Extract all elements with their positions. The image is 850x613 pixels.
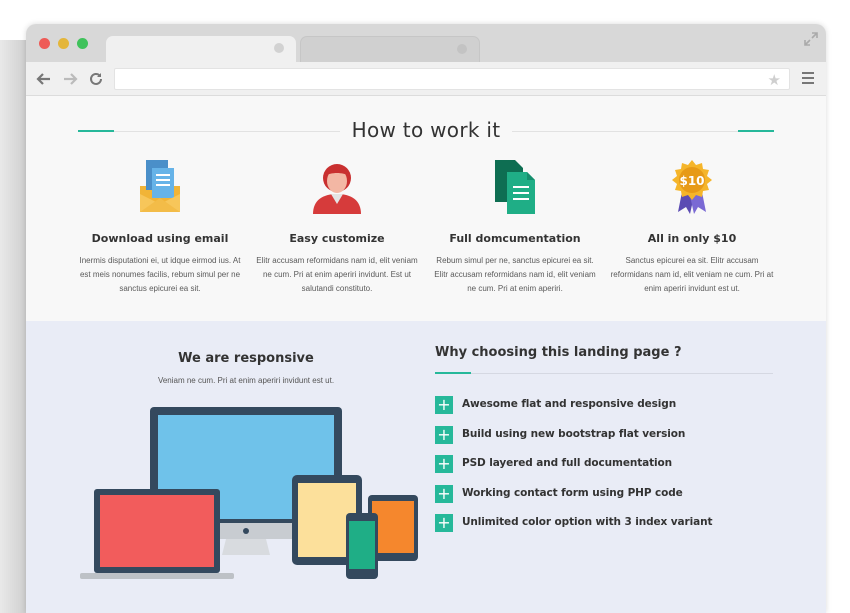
list-item-text: Awesome flat and responsive design (462, 398, 677, 410)
feature-title: Easy customize (289, 232, 385, 245)
feature-card: Full domcumentation Rebum simul per ne, … (431, 158, 599, 296)
section-heading: How to work it (78, 118, 774, 144)
price-badge-icon: $10 (672, 160, 712, 214)
responsive-devices-illustration (80, 407, 418, 579)
benefits-list: + Awesome flat and responsive design + B… (435, 396, 773, 544)
list-item-text: Build using new bootstrap flat version (462, 427, 686, 440)
maximize-window-button[interactable] (77, 38, 88, 49)
tab-close-icon[interactable] (274, 43, 284, 53)
documents-icon (495, 160, 535, 214)
back-arrow-icon[interactable] (34, 69, 54, 89)
price-badge-text: $10 (679, 174, 704, 188)
list-item: + Awesome flat and responsive design (435, 396, 773, 426)
browser-titlebar (26, 24, 826, 62)
plus-icon: + (435, 484, 453, 503)
minimize-window-button[interactable] (58, 38, 69, 49)
bookmark-star-icon[interactable]: ★ (768, 71, 781, 89)
feature-title: Full domcumentation (449, 232, 581, 245)
why-title: Why choosing this landing page ? (435, 345, 682, 360)
reload-icon[interactable] (86, 69, 106, 89)
user-icon (313, 164, 361, 214)
plus-icon: + (435, 455, 453, 473)
email-icon (140, 160, 180, 212)
feature-text: Sanctus epicurei ea sit. Elitr accusam r… (610, 256, 774, 293)
feature-title: All in only $10 (647, 232, 737, 245)
feature-text: Rebum simul per ne, sanctus epicurei ea … (434, 256, 596, 293)
responsive-title: We are responsive (178, 351, 314, 366)
how-to-section: How to work it Download using email Iner… (26, 96, 826, 321)
plus-icon: + (435, 514, 453, 532)
feature-title: Download using email (91, 232, 229, 245)
features-section: We are responsive Veniam ne cum. Pri at … (26, 321, 826, 613)
list-item-text: Unlimited color option with 3 index vari… (462, 516, 713, 528)
list-item-text: Working contact form using PHP code (462, 486, 683, 499)
browser-tab-active[interactable] (106, 36, 296, 62)
forward-arrow-icon[interactable] (60, 69, 80, 89)
browser-toolbar: ★ (26, 62, 826, 96)
backdrop-shadow (0, 40, 26, 613)
close-window-button[interactable] (39, 38, 50, 49)
why-accent (435, 372, 471, 374)
tab-close-icon[interactable] (457, 44, 467, 54)
feature-text: Elitr accusam reformidans nam id, elit v… (256, 256, 418, 293)
how-to-title: How to work it (339, 118, 513, 142)
list-item-text: PSD layered and full documentation (462, 457, 673, 469)
browser-menu-icon[interactable] (802, 72, 814, 84)
list-item: + Working contact form using PHP code (435, 484, 773, 515)
feature-card: Easy customize Elitr accusam reformidans… (253, 158, 421, 296)
list-item: + PSD layered and full documentation (435, 455, 773, 485)
plus-icon: + (435, 425, 453, 444)
list-item: + Build using new bootstrap flat version (435, 425, 773, 456)
browser-window: ★ How to work it Download using email In… (26, 24, 826, 613)
address-bar[interactable]: ★ (114, 68, 790, 90)
feature-card: Download using email Inermis disputation… (76, 158, 244, 296)
fullscreen-icon[interactable] (804, 32, 818, 46)
plus-icon: + (435, 396, 453, 414)
feature-text: Inermis disputationi ei, ut idque eirmod… (79, 256, 241, 293)
why-divider (435, 373, 773, 374)
browser-tab-inactive[interactable] (300, 36, 480, 62)
feature-card: $10 All in only $10 Sanctus epicurei ea … (608, 158, 776, 296)
responsive-subtitle: Veniam ne cum. Pri at enim aperiri invid… (157, 376, 335, 385)
list-item: + Unlimited color option with 3 index va… (435, 514, 773, 544)
